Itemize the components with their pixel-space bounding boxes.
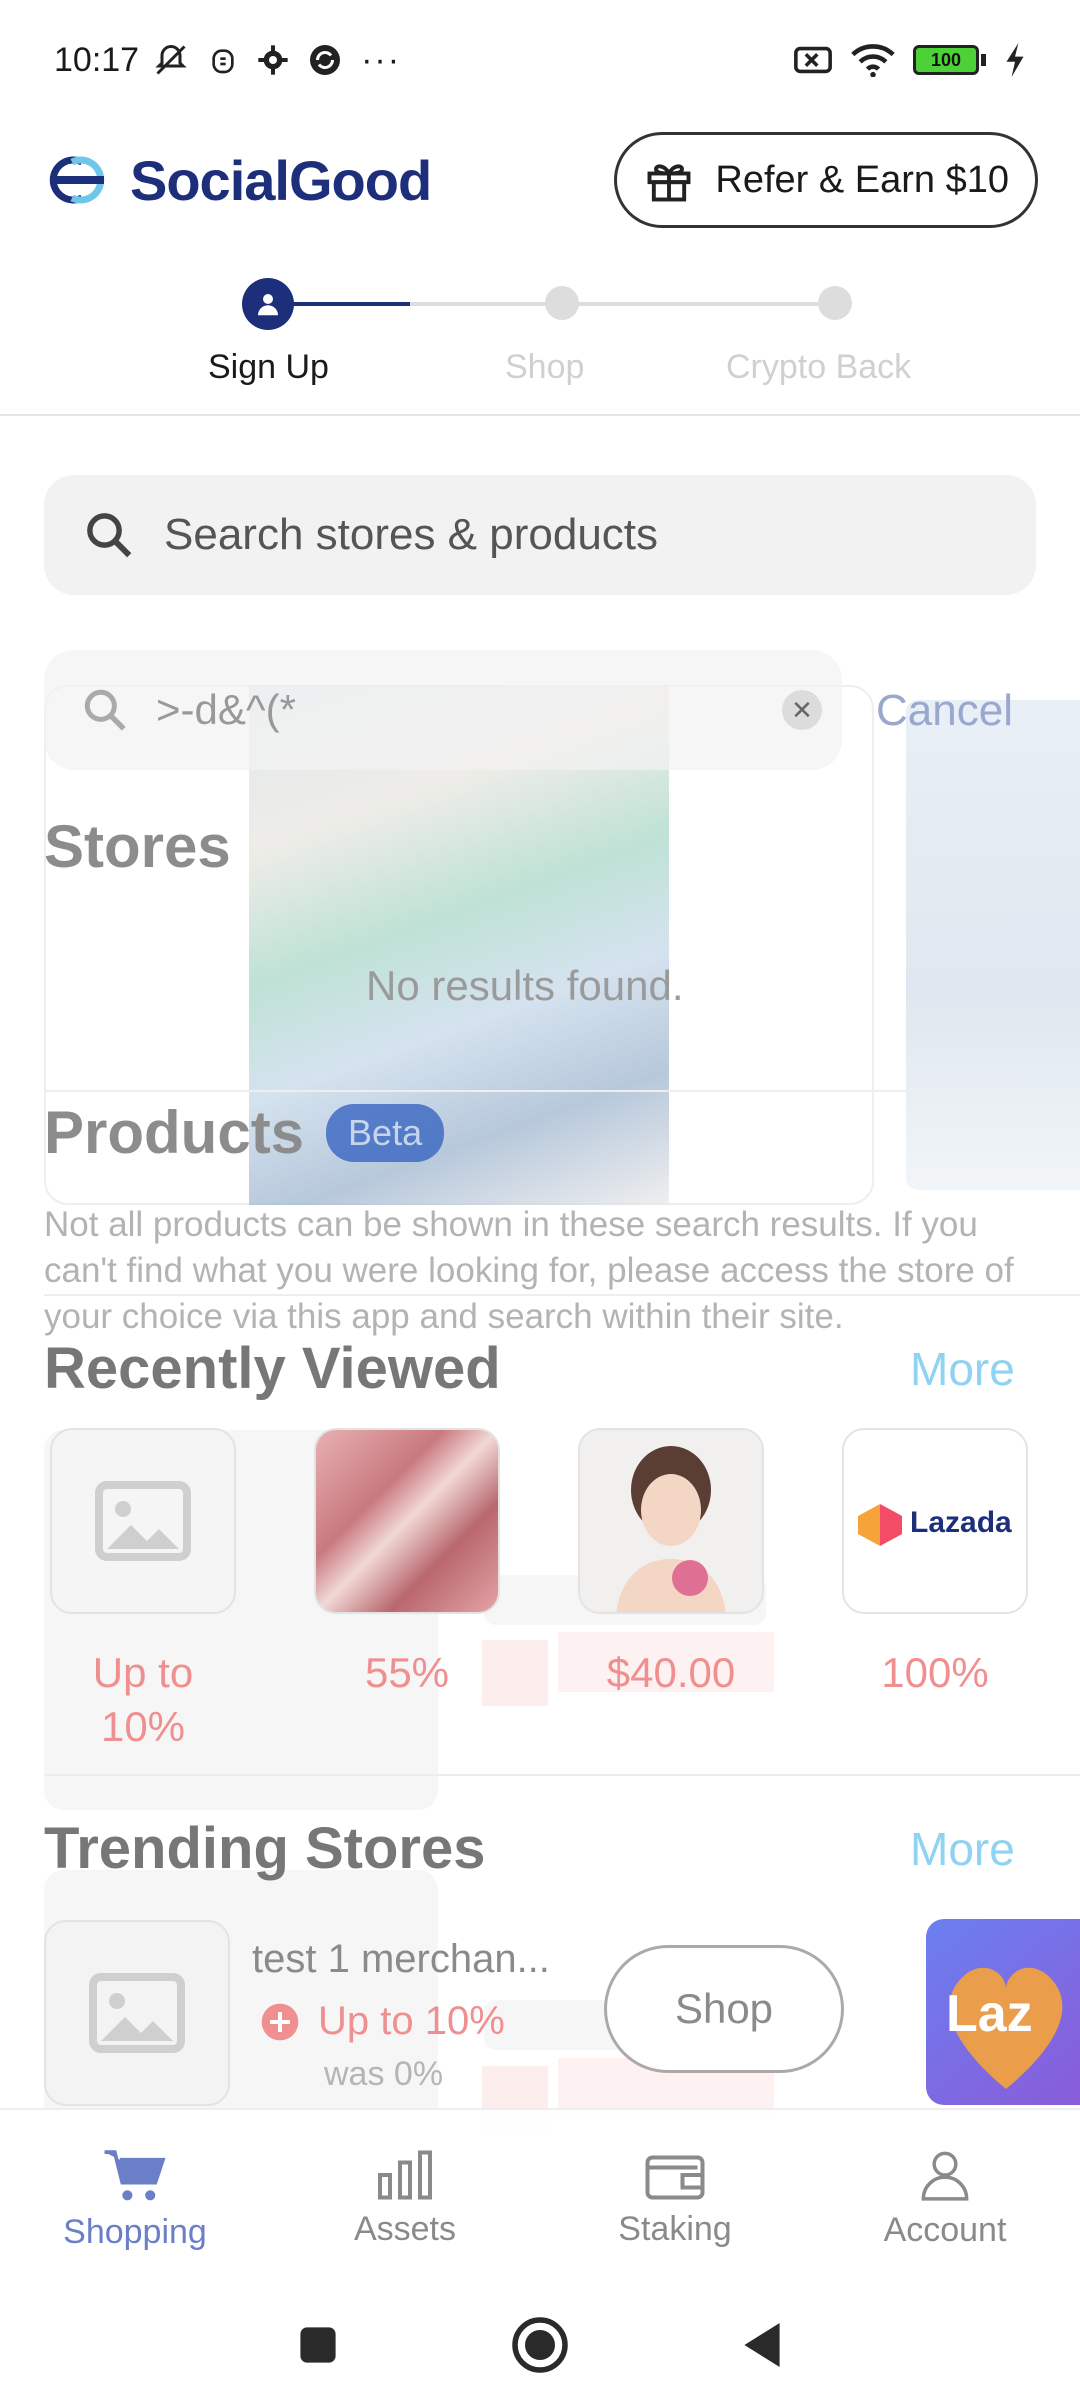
- overlay-search-input[interactable]: >-d&^(*: [44, 650, 842, 770]
- nav-staking-label: Staking: [618, 2209, 732, 2248]
- header-divider: [0, 414, 1080, 416]
- section-divider: [44, 1774, 1080, 1776]
- gift-icon: [647, 164, 691, 202]
- refer-earn-button[interactable]: Refer & Earn $10: [614, 132, 1038, 228]
- recently-viewed-cashback: 55%: [364, 1649, 450, 1696]
- gear-icon: [258, 45, 288, 75]
- search-icon: [87, 513, 132, 558]
- step-label-shop: Shop: [505, 348, 585, 386]
- lazada-store-card[interactable]: Laz: [926, 1919, 1080, 2105]
- person-icon: [258, 294, 278, 316]
- overlay-no-results: No results found.: [366, 962, 684, 1009]
- bar-chart-icon: [378, 2150, 432, 2199]
- recently-viewed-item[interactable]: 55%: [314, 1428, 500, 1700]
- charging-icon: [1006, 43, 1024, 77]
- search-input[interactable]: Search stores & products: [44, 475, 1036, 595]
- status-icons-right: 100: [793, 43, 1026, 77]
- overlay-products-header: Products Beta: [44, 1098, 445, 1167]
- battery-indicator: 100: [913, 45, 986, 75]
- home-icon[interactable]: [510, 2315, 570, 2375]
- more-notifications-icon: ···: [361, 40, 402, 79]
- recently-viewed-item[interactable]: Up to 10%: [50, 1428, 236, 1754]
- product-image-partial: [906, 700, 1080, 1190]
- overlay-stores-title: Stores: [44, 813, 231, 880]
- brand-logo[interactable]: SocialGood: [42, 148, 432, 213]
- recently-viewed-price: $40.00: [606, 1649, 736, 1696]
- step-label-signup: Sign Up: [208, 348, 329, 386]
- back-icon[interactable]: [740, 2320, 784, 2370]
- recently-viewed-more-link[interactable]: More: [910, 1342, 1015, 1396]
- store-name: test 1 merchan...: [252, 1937, 550, 1981]
- step-signup-dot: [242, 278, 294, 330]
- clothing-product-image: [249, 685, 669, 1205]
- store-was-rate: was 0%: [324, 2055, 444, 2093]
- cart-icon: [104, 2149, 166, 2200]
- refer-earn-label: Refer & Earn $10: [715, 158, 1009, 201]
- overlay-products-note: Not all products can be shown in these s…: [44, 1205, 1014, 1336]
- nav-shopping[interactable]: Shopping: [0, 2110, 270, 2288]
- cancel-search-link[interactable]: Cancel: [876, 686, 1013, 736]
- no-sim-icon: [794, 46, 832, 74]
- nav-account-label: Account: [883, 2210, 1007, 2249]
- status-time: 10:17: [54, 40, 140, 79]
- recently-viewed-cashback: Up to 10%: [92, 1649, 194, 1750]
- overlay-result-card: [44, 685, 874, 1205]
- lazada-logo: Lazada: [842, 1428, 1028, 1614]
- step-shop-dot: [545, 286, 579, 320]
- lazada-card-text: Laz: [946, 1985, 1033, 2043]
- system-navigation-bar: [0, 2290, 1080, 2400]
- trending-store-row[interactable]: test 1 merchan... Up to 10% was 0% Shop …: [44, 1915, 1080, 2106]
- search-icon: [84, 689, 126, 731]
- wallet-icon: [645, 2155, 705, 2199]
- nav-staking[interactable]: Staking: [540, 2110, 810, 2288]
- bottom-navigation: Shopping Assets Staking Account: [0, 2108, 1080, 2288]
- store-cashback: Up to 10%: [260, 1999, 505, 2044]
- nav-assets-label: Assets: [353, 2209, 457, 2248]
- placeholder-image-icon: [50, 1428, 236, 1614]
- wifi-icon: [851, 44, 895, 77]
- beta-badge: Beta: [326, 1103, 445, 1162]
- portrait-product-image: [578, 1428, 764, 1614]
- overlay-search-query: >-d&^(*: [156, 686, 296, 733]
- lipstick-product-image: [314, 1428, 500, 1614]
- plus-circle-icon: [261, 2003, 299, 2040]
- person-icon: [921, 2151, 969, 2201]
- nav-shopping-label: Shopping: [63, 2212, 207, 2251]
- recents-icon[interactable]: [296, 2323, 340, 2367]
- trending-stores-more-link[interactable]: More: [910, 1822, 1015, 1876]
- recently-viewed-cashback: 100%: [881, 1649, 989, 1696]
- battery-level: 100: [913, 45, 979, 75]
- placeholder-image-icon: [44, 1920, 230, 2106]
- brand-name: SocialGood: [130, 148, 432, 212]
- overlay-divider: [44, 1090, 1080, 1092]
- step-crypto-dot: [818, 286, 852, 320]
- onboarding-stepper: Sign Up Shop Crypto Back: [0, 270, 1080, 400]
- status-icons-left: ···: [153, 41, 401, 80]
- step-label-crypto-back: Crypto Back: [726, 348, 912, 386]
- socialgood-logo-icon: [49, 156, 105, 204]
- sync-app-icon: [310, 45, 341, 75]
- bell-off-icon: [155, 44, 187, 75]
- store-cashback-label: Up to 10%: [318, 1999, 505, 2043]
- recently-viewed-title: Recently Viewed: [44, 1336, 501, 1401]
- status-bar: 10:17 ··· 100: [0, 0, 1080, 120]
- clear-search-icon[interactable]: ✕: [782, 690, 822, 730]
- nav-assets[interactable]: Assets: [270, 2110, 540, 2288]
- search-placeholder: Search stores & products: [164, 510, 659, 559]
- shop-button[interactable]: Shop: [604, 1945, 844, 2073]
- trending-stores-title: Trending Stores: [44, 1816, 486, 1881]
- lazada-logo-text: Lazada: [910, 1506, 1012, 1539]
- overlay-products-title: Products: [44, 1099, 305, 1166]
- recently-viewed-item[interactable]: Lazada 100%: [842, 1428, 1028, 1700]
- recently-viewed-item[interactable]: $40.00: [578, 1428, 764, 1700]
- nav-account[interactable]: Account: [810, 2110, 1080, 2288]
- app-header: SocialGood Refer & Earn $10: [0, 120, 1080, 240]
- alarm-icon: [212, 49, 234, 74]
- stepper-line-remaining: [410, 302, 830, 306]
- overlay-divider-2: [44, 1294, 1080, 1296]
